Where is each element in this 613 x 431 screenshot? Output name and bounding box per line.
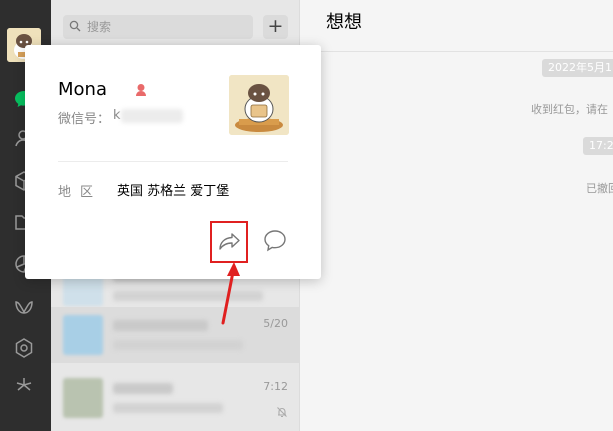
add-button[interactable]: + [263, 15, 288, 39]
chat-panel: 想想 2022年5月1 收到红包，请在 17:2 已撤回 [300, 0, 613, 431]
conversation-avatar [63, 315, 103, 355]
conversation-time: 5/20 [263, 317, 288, 330]
contact-avatar[interactable] [229, 75, 289, 135]
wechat-id-value: k [113, 108, 121, 123]
date-chip: 2022年5月1 [542, 59, 613, 77]
send-message-button[interactable] [262, 228, 288, 254]
chat-title: 想想 [326, 12, 362, 33]
list-item[interactable]: 7:12 [51, 370, 300, 426]
contact-name: Mona [58, 79, 107, 100]
wechat-id-redaction [121, 109, 183, 123]
share-icon [219, 233, 240, 250]
conversation-avatar [63, 378, 103, 418]
system-notice: 收到红包，请在 [531, 103, 608, 116]
search-input[interactable]: 搜索 [63, 15, 253, 39]
conversation-time: 7:12 [263, 380, 288, 393]
channels-icon[interactable] [13, 296, 35, 318]
chat-header: 想想 [300, 0, 613, 52]
search-feature-icon[interactable] [13, 375, 35, 397]
message-icon [264, 230, 286, 252]
search-icon [69, 20, 81, 32]
female-icon [136, 84, 146, 96]
list-item[interactable]: 5/20 [51, 307, 300, 363]
wechat-id-label: 微信号： [58, 112, 111, 127]
region-label: 地区 [58, 185, 103, 200]
divider [58, 161, 288, 162]
share-contact-button[interactable] [210, 221, 248, 263]
mute-icon [277, 407, 287, 418]
region-value: 英国 苏格兰 爱丁堡 [117, 184, 230, 199]
profile-card: Mona 微信号： k 地区 英国 苏格兰 爱丁堡 [25, 45, 321, 279]
recalled-notice: 已撤回 [586, 182, 613, 195]
miniprogram-icon[interactable] [13, 337, 35, 359]
time-chip: 17:2 [583, 137, 613, 155]
search-placeholder: 搜索 [87, 20, 112, 34]
